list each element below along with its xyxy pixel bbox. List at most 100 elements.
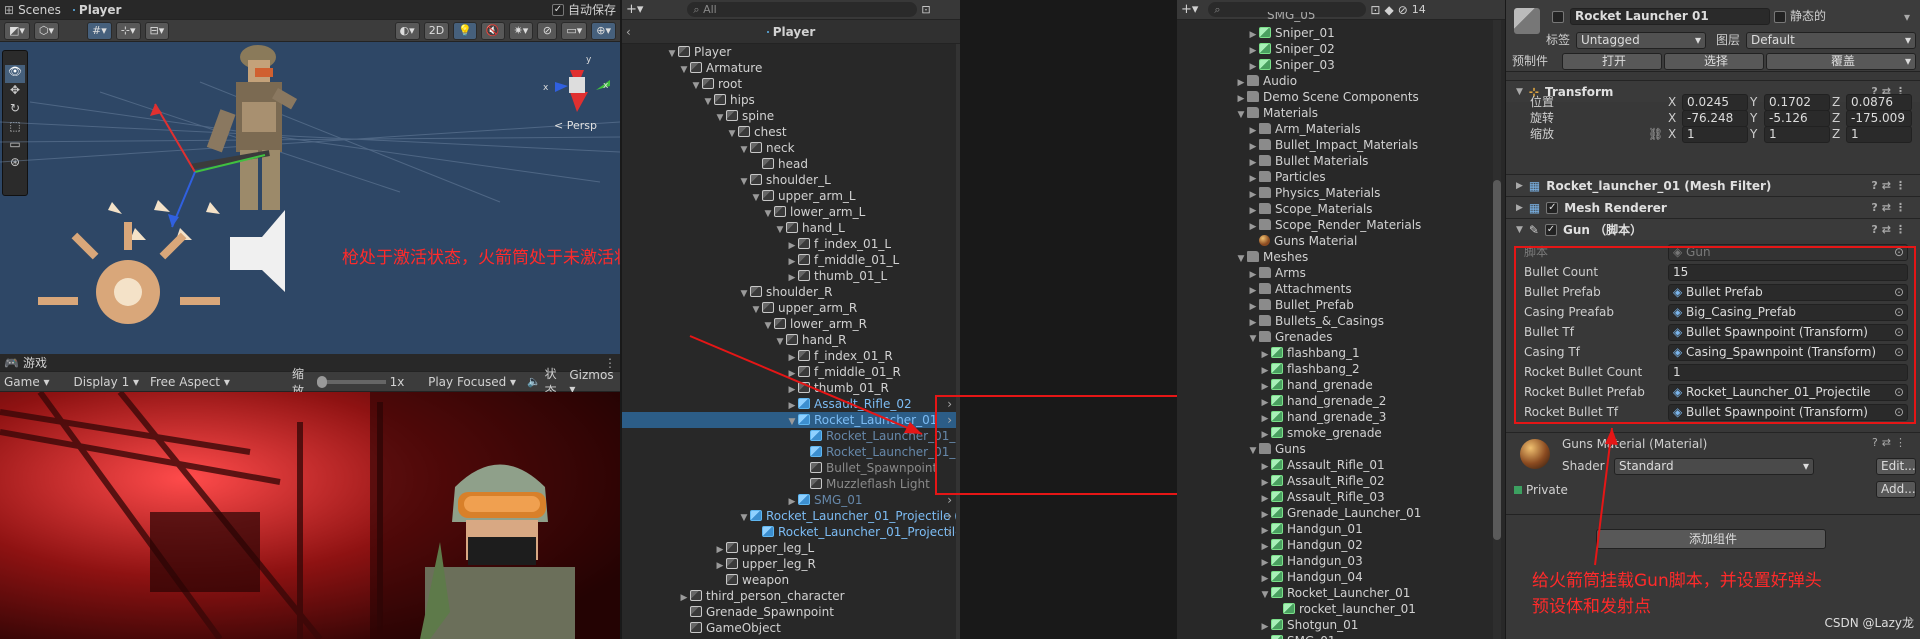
transform-scale-x-input[interactable]: 1 (1682, 126, 1748, 143)
component-menu-icons[interactable]: ?⇄⋮ (1871, 175, 1910, 197)
hierarchy-row[interactable]: ▶ f_middle_01_L (622, 252, 960, 268)
project-row[interactable]: ▶ Handgun_03 (1177, 553, 1505, 569)
play-focus-dropdown[interactable]: Play Focused ▾ (428, 375, 523, 389)
hierarchy-row[interactable]: ▶ thumb_01_L (622, 268, 960, 284)
project-row[interactable]: ▶ Physics_Materials (1177, 185, 1505, 201)
hierarchy-row[interactable]: ▶ Assault_Rifle_02 › (622, 396, 960, 412)
hierarchy-row[interactable]: Muzzleflash Light (622, 476, 960, 492)
active-checkbox[interactable] (1552, 11, 1564, 23)
project-row[interactable]: ▶ Bullet_Impact_Materials (1177, 137, 1505, 153)
hierarchy-row[interactable]: ▼ hand_R (622, 332, 960, 348)
project-row[interactable]: ▶ Handgun_02 (1177, 537, 1505, 553)
project-row[interactable]: ▶ Sniper_02 (1177, 41, 1505, 57)
render-mode-button[interactable]: ⬡▾ (33, 21, 60, 40)
project-scrollbar-thumb[interactable] (1493, 180, 1501, 540)
project-row[interactable]: SMG_01 (1177, 633, 1505, 639)
project-row[interactable]: ▶ Bullet_Prefab (1177, 297, 1505, 313)
project-row[interactable]: ▶ Handgun_01 (1177, 521, 1505, 537)
grid-snap-button[interactable]: #▾ (87, 21, 112, 40)
aspect-dropdown[interactable]: Free Aspect ▾ (150, 375, 288, 389)
project-row[interactable]: ▶ Handgun_04 (1177, 569, 1505, 585)
mesh-renderer-header[interactable]: ▶ ▦ ✓ Mesh Renderer ?⇄⋮ (1506, 196, 1920, 218)
mute-icon[interactable]: 🔈 (527, 375, 541, 388)
transform-rotation-x-input[interactable]: -76.248 (1682, 110, 1748, 127)
audio-icon[interactable]: 🔇 (480, 21, 505, 40)
overrides-dropdown[interactable]: 覆盖 ▾ (1766, 53, 1916, 70)
transform-rotation-z-input[interactable]: -175.009 (1846, 110, 1912, 127)
project-row[interactable]: ▶ flashbang_2 (1177, 361, 1505, 377)
hierarchy-row[interactable]: weapon (622, 572, 960, 588)
static-dropdown-icon[interactable]: ▾ (1904, 10, 1910, 24)
edit-shader-button[interactable]: Edit... (1876, 458, 1916, 475)
hierarchy-row[interactable]: Rocket_Launcher_01_Iron_Sights (622, 428, 960, 444)
project-row[interactable]: ▶ Grenade_Launcher_01 (1177, 505, 1505, 521)
hierarchy-row[interactable]: ▼ spine (622, 108, 960, 124)
game-tab[interactable]: 游戏 (23, 354, 47, 371)
increment-snap-button[interactable]: ⊹▾ (115, 21, 141, 40)
object-name-input[interactable]: Rocket Launcher 01 (1570, 8, 1770, 25)
align-button[interactable]: ⊟▾ (144, 21, 170, 40)
axis-label[interactable]: X (1668, 126, 1676, 143)
shader-dropdown[interactable]: Standard ▾ (1614, 458, 1814, 475)
hierarchy-row[interactable]: ▶ upper_leg_L (622, 540, 960, 556)
project-row[interactable]: ▶ Shotgun_01 (1177, 617, 1505, 633)
transform-scale-z-input[interactable]: 1 (1846, 126, 1912, 143)
hierarchy-row[interactable]: Bullet_Spawnpoint (622, 460, 960, 476)
foldout-arrow-icon[interactable]: ▼ (1516, 81, 1523, 103)
project-row[interactable]: ▶ Attachments (1177, 281, 1505, 297)
display-dropdown[interactable]: Display 1 ▾ (74, 375, 146, 389)
project-row[interactable]: ▼ Rocket_Launcher_01 (1177, 585, 1505, 601)
scale-slider-handle[interactable] (316, 375, 327, 388)
project-row[interactable]: ▶ smoke_grenade (1177, 425, 1505, 441)
project-row[interactable]: ▼ Grenades (1177, 329, 1505, 345)
hierarchy-row[interactable]: ▼ upper_arm_R (622, 300, 960, 316)
hierarchy-row[interactable]: ▼ Rocket_Launcher_01 › (622, 412, 960, 428)
project-row[interactable]: ▶ hand_grenade_2 (1177, 393, 1505, 409)
hierarchy-row[interactable]: ▼ upper_arm_L (622, 188, 960, 204)
hierarchy-row[interactable]: ▼ Rocket_Launcher_01_Projectile (1) › (622, 508, 960, 524)
project-row[interactable]: ▶ flashbang_1 (1177, 345, 1505, 361)
game-viewport[interactable] (0, 392, 620, 639)
prefab-stage-title[interactable]: Player (79, 3, 122, 17)
open-prefab-chevron-icon[interactable]: › (947, 508, 952, 524)
project-row[interactable]: ▶ Sniper_03 (1177, 57, 1505, 73)
transform-scale-y-input[interactable]: 1 (1764, 126, 1830, 143)
axis-label[interactable]: X (1668, 110, 1676, 127)
project-row[interactable]: ▶ Bullet Materials (1177, 153, 1505, 169)
hierarchy-row[interactable]: ▶ f_middle_01_R (622, 364, 960, 380)
project-row[interactable]: ▶ Audio (1177, 73, 1505, 89)
hierarchy-row[interactable]: head (622, 156, 960, 172)
transform-position-y-input[interactable]: 0.1702 (1764, 94, 1830, 111)
search-filter-icon[interactable]: ⊡ (921, 3, 930, 16)
project-row[interactable]: ▼ Meshes (1177, 249, 1505, 265)
axis-label[interactable]: Z (1832, 94, 1840, 111)
gun-enabled-checkbox[interactable]: ✓ (1544, 223, 1557, 236)
hierarchy-row[interactable]: ▼ root (622, 76, 960, 92)
hierarchy-row[interactable]: ▶ f_index_01_L (622, 236, 960, 252)
hierarchy-row[interactable]: ▼ lower_arm_R (622, 316, 960, 332)
add-component-button[interactable]: 添加组件 (1596, 529, 1826, 549)
hierarchy-row[interactable]: ▼ shoulder_R (622, 284, 960, 300)
persp-label[interactable]: < Persp (554, 119, 597, 132)
foldout-arrow-icon[interactable]: ▶ (1516, 175, 1523, 197)
hierarchy-row[interactable]: ▶ third_person_character (622, 588, 960, 604)
project-row[interactable]: ▶ Particles (1177, 169, 1505, 185)
axis-label[interactable]: Y (1750, 110, 1757, 127)
open-prefab-chevron-icon[interactable]: › (947, 524, 952, 540)
project-row[interactable]: ▶ hand_grenade_3 (1177, 409, 1505, 425)
project-row[interactable]: ▶ Assault_Rifle_01 (1177, 457, 1505, 473)
orientation-gizmo[interactable]: x x y (543, 55, 610, 112)
axis-label[interactable]: X (1668, 94, 1676, 111)
scale-slider[interactable] (316, 375, 386, 388)
tag-dropdown[interactable]: Untagged ▾ (1576, 32, 1706, 49)
foldout-arrow-icon[interactable]: ▼ (1516, 219, 1523, 241)
hierarchy-row[interactable]: ▼ Armature (622, 60, 960, 76)
lighting-icon[interactable]: 💡 (453, 21, 477, 40)
transform-position-x-input[interactable]: 0.0245 (1682, 94, 1748, 111)
project-row[interactable]: rocket_launcher_01 (1177, 601, 1505, 617)
game-mode-dropdown[interactable]: Game ▾ (4, 375, 70, 389)
hierarchy-row[interactable]: Rocket_Launcher_01_Projectile › (622, 524, 960, 540)
component-menu-icons[interactable]: ?⇄⋮ (1871, 219, 1910, 241)
hierarchy-row[interactable]: ▼ hips (622, 92, 960, 108)
hierarchy-row[interactable]: GameObject (622, 620, 960, 636)
